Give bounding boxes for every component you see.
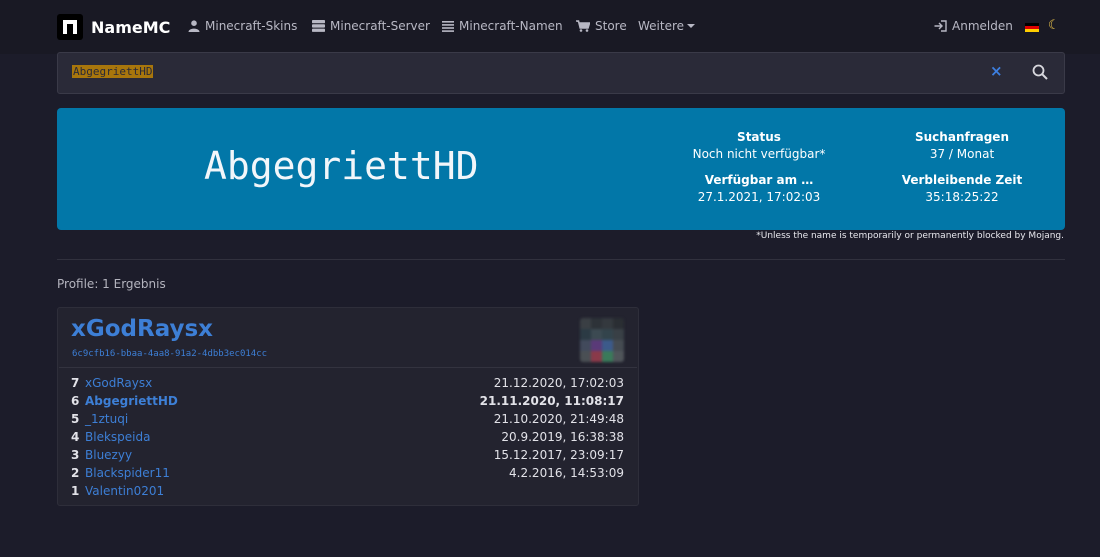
nav-weitere-dropdown[interactable]: Weitere xyxy=(638,19,696,33)
history-number: 2 xyxy=(71,466,80,480)
history-date: 20.9.2019, 16:38:38 xyxy=(501,430,624,444)
stat-label: Verbleibende Zeit xyxy=(901,173,1023,187)
history-row: 1 Valentin0201 xyxy=(71,484,624,502)
name-history-list: 7 xGodRaysx 21.12.2020, 17:02:03 6 Abgeg… xyxy=(71,376,624,502)
sign-in-icon xyxy=(934,20,947,32)
status-stat: Status Noch nicht verfügbar* xyxy=(679,130,839,161)
cart-icon xyxy=(576,20,590,32)
history-row: 3 Bluezyy 15.12.2017, 23:09:17 xyxy=(71,448,624,466)
section-divider xyxy=(57,259,1065,260)
nav-label: Weitere xyxy=(638,19,685,33)
history-date: 21.12.2020, 17:02:03 xyxy=(493,376,624,390)
brand-link[interactable]: NameMC xyxy=(57,14,170,40)
caret-down-icon xyxy=(687,24,696,28)
moon-icon[interactable]: ☾ xyxy=(1048,18,1060,33)
history-name-link[interactable]: Bluezyy xyxy=(85,448,132,462)
history-name-link[interactable]: Blekspeida xyxy=(85,430,150,444)
german-flag-icon[interactable] xyxy=(1025,23,1039,32)
profile-name-link[interactable]: xGodRaysx xyxy=(71,316,213,342)
history-date: 4.2.2016, 14:53:09 xyxy=(509,466,624,480)
history-number: 7 xyxy=(71,376,80,390)
nav-minecraft-server[interactable]: Minecraft-Server xyxy=(312,19,430,33)
nav-minecraft-skins[interactable]: Minecraft-Skins xyxy=(188,19,297,33)
stat-value: Noch nicht verfügbar* xyxy=(692,147,826,161)
stat-label: Status xyxy=(737,130,781,144)
stat-label: Suchanfragen xyxy=(915,130,1009,144)
availability-footnote: *Unless the name is temporarily or perma… xyxy=(756,231,1064,241)
search-input[interactable]: AbgegriettHD xyxy=(72,65,154,78)
nav-minecraft-namen[interactable]: Minecraft-Namen xyxy=(442,19,563,33)
card-divider xyxy=(59,367,637,368)
stat-value: 35:18:25:22 xyxy=(925,190,999,204)
search-icon[interactable] xyxy=(1032,64,1048,80)
nav-label: Minecraft-Namen xyxy=(459,19,563,33)
search-bar[interactable]: AbgegriettHD × xyxy=(57,52,1065,94)
clear-icon[interactable]: × xyxy=(990,62,1003,80)
history-date: 21.11.2020, 11:08:17 xyxy=(479,394,624,408)
nav-label: Minecraft-Skins xyxy=(205,19,298,33)
nav-label: Minecraft-Server xyxy=(330,19,430,33)
brand-name: NameMC xyxy=(91,17,171,37)
searched-name: AbgegriettHD xyxy=(204,144,479,188)
login-link[interactable]: Anmelden xyxy=(934,19,1013,33)
list-icon xyxy=(442,20,454,32)
history-number: 3 xyxy=(71,448,80,462)
history-row: 7 xGodRaysx 21.12.2020, 17:02:03 xyxy=(71,376,624,394)
remaining-time-stat: Verbleibende Zeit 35:18:25:22 xyxy=(882,173,1042,204)
history-date: 21.10.2020, 21:49:48 xyxy=(493,412,624,426)
profile-card: xGodRaysx 6c9cfb16-bbaa-4aa8-91a2-4dbb3e… xyxy=(57,307,639,506)
skin-avatar[interactable] xyxy=(580,318,624,362)
available-on-stat: Verfügbar am … 27.1.2021, 17:02:03 xyxy=(679,173,839,204)
history-name-link[interactable]: _1ztuqi xyxy=(85,412,128,426)
profile-results-count: Profile: 1 Ergebnis xyxy=(57,277,166,291)
namemc-logo-icon xyxy=(57,14,83,40)
history-date: 15.12.2017, 23:09:17 xyxy=(493,448,624,462)
nav-label: Store xyxy=(595,19,627,33)
stat-value: 27.1.2021, 17:02:03 xyxy=(697,190,821,204)
history-row-current: 6 AbgegriettHD 21.11.2020, 11:08:17 xyxy=(71,394,624,412)
history-number: 1 xyxy=(71,484,80,498)
history-number: 5 xyxy=(71,412,80,426)
stat-value: 37 / Monat xyxy=(929,147,995,161)
name-status-banner: AbgegriettHD Status Noch nicht verfügbar… xyxy=(57,108,1065,230)
server-icon xyxy=(312,20,325,32)
history-name-link[interactable]: Blackspider11 xyxy=(85,466,170,480)
nav-store[interactable]: Store xyxy=(576,19,627,33)
history-row: 4 Blekspeida 20.9.2019, 16:38:38 xyxy=(71,430,624,448)
history-row: 2 Blackspider11 4.2.2016, 14:53:09 xyxy=(71,466,624,484)
searches-stat: Suchanfragen 37 / Monat xyxy=(882,130,1042,161)
profile-uuid[interactable]: 6c9cfb16-bbaa-4aa8-91a2-4dbb3ec014cc xyxy=(72,349,267,359)
history-name-link[interactable]: AbgegriettHD xyxy=(85,394,178,408)
user-icon xyxy=(188,20,200,32)
stat-label: Verfügbar am … xyxy=(704,173,814,187)
history-row: 5 _1ztuqi 21.10.2020, 21:49:48 xyxy=(71,412,624,430)
login-label: Anmelden xyxy=(952,19,1013,33)
top-navbar: NameMC Minecraft-Skins Minecraft-Server … xyxy=(0,0,1100,54)
history-number: 6 xyxy=(71,394,80,408)
history-name-link[interactable]: xGodRaysx xyxy=(85,376,152,390)
history-name-link[interactable]: Valentin0201 xyxy=(85,484,164,498)
history-number: 4 xyxy=(71,430,80,444)
